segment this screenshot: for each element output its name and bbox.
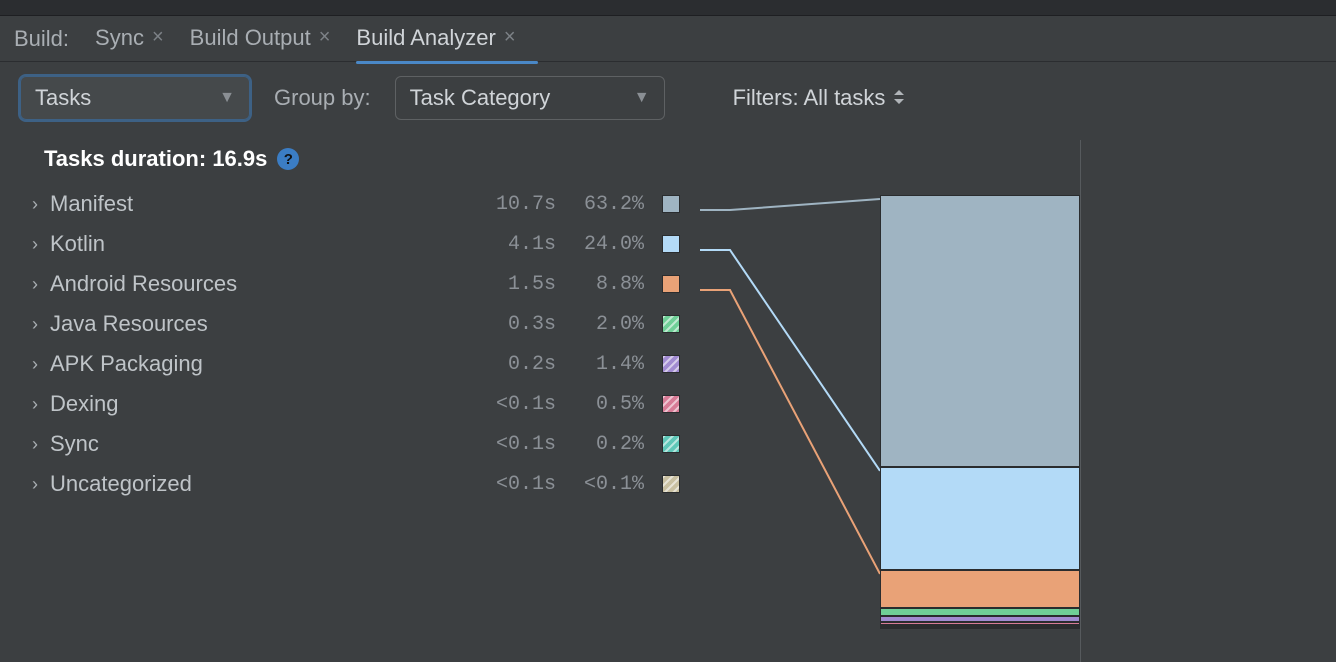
help-icon[interactable]: ? <box>277 148 299 170</box>
tab-bar: Build: Sync × Build Output × Build Analy… <box>0 16 1336 62</box>
color-swatch <box>662 395 680 413</box>
view-dropdown[interactable]: Tasks ▼ <box>20 76 250 120</box>
color-swatch <box>662 355 680 373</box>
category-percent: 2.0% <box>558 313 644 336</box>
color-swatch <box>662 195 680 213</box>
stack-segment <box>880 195 1080 467</box>
tab-sync[interactable]: Sync × <box>95 25 164 53</box>
chevron-right-icon[interactable]: › <box>20 354 50 375</box>
stacked-bar-chart <box>880 195 1080 625</box>
close-icon[interactable]: × <box>504 26 516 49</box>
category-time: <0.1s <box>470 473 556 496</box>
category-name: Manifest <box>50 191 470 217</box>
top-strip <box>0 0 1336 16</box>
category-name: Android Resources <box>50 271 470 297</box>
tab-label: Sync <box>95 25 144 51</box>
tab-build-output[interactable]: Build Output × <box>190 25 331 53</box>
chevron-down-icon: ▼ <box>634 89 650 107</box>
category-time: 0.2s <box>470 353 556 376</box>
chevron-right-icon[interactable]: › <box>20 314 50 335</box>
stack-segment <box>880 467 1080 570</box>
category-percent: 1.4% <box>558 353 644 376</box>
category-percent: 8.8% <box>558 273 644 296</box>
category-time: 10.7s <box>470 193 556 216</box>
color-swatch <box>662 315 680 333</box>
category-name: Java Resources <box>50 311 470 337</box>
group-by-dropdown[interactable]: Task Category ▼ <box>395 76 665 120</box>
category-name: Kotlin <box>50 231 470 257</box>
chevron-right-icon[interactable]: › <box>20 474 50 495</box>
filters-dropdown[interactable]: Filters: All tasks <box>733 85 906 111</box>
category-percent: 0.2% <box>558 433 644 456</box>
color-swatch <box>662 435 680 453</box>
color-swatch <box>662 475 680 493</box>
category-time: 4.1s <box>470 233 556 256</box>
category-name: Dexing <box>50 391 470 417</box>
filters-label: Filters: All tasks <box>733 85 886 111</box>
active-tab-underline <box>356 61 537 64</box>
category-name: Sync <box>50 431 470 457</box>
tab-label: Build Output <box>190 25 311 51</box>
category-name: APK Packaging <box>50 351 470 377</box>
sort-icon <box>893 89 905 108</box>
close-icon[interactable]: × <box>152 26 164 49</box>
close-icon[interactable]: × <box>319 26 331 49</box>
group-by-label: Group by: <box>274 85 371 111</box>
chevron-right-icon[interactable]: › <box>20 274 50 295</box>
toolbar: Tasks ▼ Group by: Task Category ▼ Filter… <box>0 62 1336 130</box>
category-percent: 0.5% <box>558 393 644 416</box>
chevron-right-icon[interactable]: › <box>20 234 50 255</box>
chevron-right-icon[interactable]: › <box>20 194 50 215</box>
dropdown-label: Tasks <box>35 85 91 111</box>
category-name: Uncategorized <box>50 471 470 497</box>
category-percent: 63.2% <box>558 193 644 216</box>
build-label: Build: <box>14 26 69 52</box>
chevron-right-icon[interactable]: › <box>20 434 50 455</box>
tab-label: Build Analyzer <box>356 25 495 51</box>
color-swatch <box>662 235 680 253</box>
tab-build-analyzer[interactable]: Build Analyzer × <box>356 25 515 53</box>
chevron-right-icon[interactable]: › <box>20 394 50 415</box>
stack-segment <box>880 570 1080 608</box>
stack-segment <box>880 627 1080 629</box>
stack-segment <box>880 608 1080 617</box>
tasks-duration-header: Tasks duration: 16.9s ? <box>20 140 1080 184</box>
category-percent: 24.0% <box>558 233 644 256</box>
chevron-down-icon: ▼ <box>219 89 235 107</box>
category-percent: <0.1% <box>558 473 644 496</box>
color-swatch <box>662 275 680 293</box>
category-time: 0.3s <box>470 313 556 336</box>
detail-panel <box>1080 140 1336 662</box>
left-panel: Tasks duration: 16.9s ? ›Manifest10.7s63… <box>0 140 1080 662</box>
dropdown-label: Task Category <box>410 85 551 111</box>
tasks-duration-label: Tasks duration: 16.9s <box>44 146 267 172</box>
category-time: 1.5s <box>470 273 556 296</box>
category-time: <0.1s <box>470 433 556 456</box>
content: Tasks duration: 16.9s ? ›Manifest10.7s63… <box>0 130 1336 662</box>
category-time: <0.1s <box>470 393 556 416</box>
